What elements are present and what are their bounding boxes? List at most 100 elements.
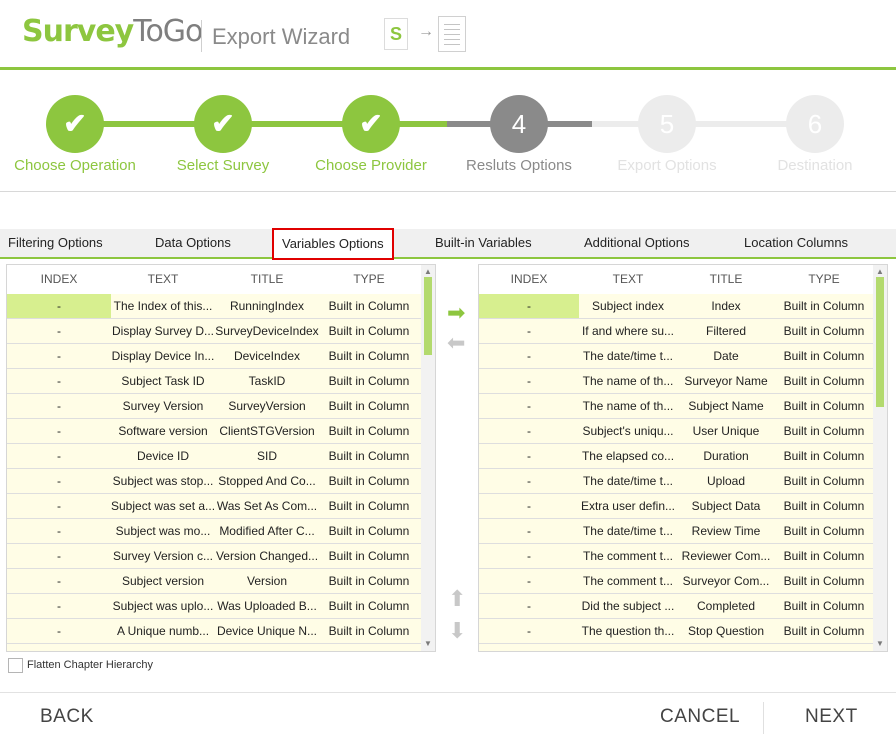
scroll-up-arrow-icon[interactable]: ▲ xyxy=(423,267,433,277)
table-row[interactable]: - Display Device In... DeviceIndex Built in… xyxy=(7,344,435,369)
cell-index: - xyxy=(57,574,61,588)
move-up-arrow-icon[interactable]: ⬆ xyxy=(448,588,466,610)
column-header-type[interactable]: TYPE xyxy=(775,265,873,293)
vertical-scrollbar[interactable]: ▲ ▼ xyxy=(873,265,887,651)
check-icon: ✔ xyxy=(46,95,104,153)
scrollbar-thumb[interactable] xyxy=(424,277,432,355)
cell-index: - xyxy=(527,574,531,588)
table-row[interactable]: - Survey Version SurveyVersion Built in Col… xyxy=(7,394,435,419)
cell-type: Built in Column xyxy=(328,474,410,488)
table-row[interactable]: - The date/time t... Upload Built in Column xyxy=(479,469,887,494)
table-row[interactable]: - Did the subject ... Completed Built in Co… xyxy=(479,594,887,619)
column-header-index[interactable]: INDEX xyxy=(7,265,111,293)
cell-type: Built in Column xyxy=(328,524,410,538)
cell-text: If and where su... xyxy=(581,324,675,338)
move-down-arrow-icon[interactable]: ⬇ xyxy=(448,620,466,642)
table-row[interactable]: - The name of th... Subject Name Built in C… xyxy=(479,394,887,419)
table-row[interactable]: - Device ID SID Built in Column xyxy=(7,444,435,469)
cell-title: Duration xyxy=(703,449,749,463)
step-choose-provider[interactable]: ✔ Choose Provider xyxy=(296,95,446,174)
table-row[interactable]: -Subject's sourc...Subject ModeBuilt in … xyxy=(479,644,887,651)
table-row[interactable]: - Extra user defin... Subject Data Built in… xyxy=(479,494,887,519)
table-row[interactable]: - Subject version Version Built in Column xyxy=(7,569,435,594)
cell-index: - xyxy=(527,374,531,388)
cell-index: - xyxy=(479,644,579,651)
document-icon xyxy=(438,16,466,52)
step-results-options: 4 Resluts Options xyxy=(444,95,594,174)
table-row[interactable]: - If and where su... Filtered Built in Colu… xyxy=(479,319,887,344)
table-row[interactable]: - The comment t... Reviewer Com... Built in… xyxy=(479,544,887,569)
table-rows: - Subject index Index Built in Column - If an… xyxy=(479,294,887,651)
column-header-text[interactable]: TEXT xyxy=(579,265,677,293)
tab-variables-options[interactable]: Variables Options xyxy=(272,228,394,260)
step-select-survey[interactable]: ✔ Select Survey xyxy=(148,95,298,174)
table-row[interactable]: - The elapsed co... Duration Built in Colum… xyxy=(479,444,887,469)
cell-type: Built in Column xyxy=(783,549,865,563)
cell-text: The comment t... xyxy=(582,574,674,588)
move-right-arrow-icon[interactable]: ➡ xyxy=(447,302,465,324)
column-header-title[interactable]: TITLE xyxy=(215,265,319,293)
step-label: Destination xyxy=(777,157,853,174)
cell-type: Built in Column xyxy=(783,449,865,463)
column-header-index[interactable]: INDEX xyxy=(479,265,579,293)
table-row[interactable]: - Subject index Index Built in Column xyxy=(479,294,887,319)
cell-title: Index xyxy=(711,299,741,313)
tab-built-in-variables[interactable]: Built-in Variables xyxy=(435,229,532,257)
tab-additional-options[interactable]: Additional Options xyxy=(584,229,690,257)
back-button[interactable]: BACK xyxy=(40,706,94,728)
cell-title: SID xyxy=(256,449,277,463)
table-row[interactable]: - The comment t... Surveyor Com... Built in… xyxy=(479,569,887,594)
table-row[interactable]: - The date/time t... Date Built in Column xyxy=(479,344,887,369)
tab-location-columns[interactable]: Location Columns xyxy=(744,229,848,257)
cell-title: Modified After C... xyxy=(219,524,315,538)
cell-type: Built in Column xyxy=(783,324,865,338)
table-row[interactable]: - Subject's uniqu... User Unique Built in C… xyxy=(479,419,887,444)
cell-type: Built in Column xyxy=(783,474,865,488)
vertical-scrollbar[interactable]: ▲ ▼ xyxy=(421,265,435,651)
table-row[interactable]: - A Unique numb... Device Unique N... Built… xyxy=(7,619,435,644)
table-row[interactable]: - The name of th... Surveyor Name Built in … xyxy=(479,369,887,394)
table-row[interactable]: - Subject Task ID TaskID Built in Column xyxy=(7,369,435,394)
column-header-type[interactable]: TYPE xyxy=(319,265,419,293)
scroll-down-arrow-icon[interactable]: ▼ xyxy=(875,639,885,649)
cell-type: Built in Column xyxy=(319,644,419,651)
table-row[interactable]: - Software version ClientSTGVersion Built i… xyxy=(7,419,435,444)
table-row[interactable]: - Subject was mo... Modified After C... Bui… xyxy=(7,519,435,544)
cell-text: Display Survey D... xyxy=(111,324,215,338)
cell-title: Date xyxy=(713,349,739,363)
table-row[interactable]: - The Index of this... RunningIndex Built i… xyxy=(7,294,435,319)
options-tabs: Filtering Options Data Options Variables… xyxy=(0,228,896,260)
cell-type: Built in Column xyxy=(783,574,865,588)
cell-text: Survey Version xyxy=(122,399,204,413)
next-button[interactable]: NEXT xyxy=(805,706,858,728)
table-row[interactable]: - Subject was uplo... Was Uploaded B... Bui… xyxy=(7,594,435,619)
table-row[interactable]: - Display Survey D... SurveyDeviceIndex Bui… xyxy=(7,319,435,344)
cell-title: Filtered xyxy=(705,324,746,338)
table-row[interactable]: -The actual end...Net DurationBuilt in C… xyxy=(7,644,435,651)
scroll-down-arrow-icon[interactable]: ▼ xyxy=(423,639,433,649)
table-row[interactable]: - The question th... Stop Question Built in… xyxy=(479,619,887,644)
table-row[interactable]: - Subject was set a... Was Set As Com... Bu… xyxy=(7,494,435,519)
table-row[interactable]: - The date/time t... Review Time Built in C… xyxy=(479,519,887,544)
step-export-options: 5 Export Options xyxy=(592,95,742,174)
cancel-button[interactable]: CANCEL xyxy=(660,706,740,728)
table-row[interactable]: - Survey Version c... Version Changed... Bu… xyxy=(7,544,435,569)
cell-text: The Index of this... xyxy=(113,299,213,313)
cell-text: Subject was mo... xyxy=(115,524,211,538)
column-header-title[interactable]: TITLE xyxy=(677,265,775,293)
header-separator xyxy=(201,20,202,52)
wizard-title: Export Wizard xyxy=(212,24,351,49)
scroll-up-arrow-icon[interactable]: ▲ xyxy=(875,267,885,277)
cell-title: Upload xyxy=(706,474,746,488)
cell-text: The name of th... xyxy=(582,374,674,388)
tab-filtering-options[interactable]: Filtering Options xyxy=(8,229,103,257)
step-choose-operation[interactable]: ✔ Choose Operation xyxy=(0,95,150,174)
scrollbar-thumb[interactable] xyxy=(876,277,884,407)
checkbox-box[interactable] xyxy=(8,658,23,673)
column-header-text[interactable]: TEXT xyxy=(111,265,215,293)
cell-title: Version Changed... xyxy=(215,549,319,563)
table-row[interactable]: - Subject was stop... Stopped And Co... Bui… xyxy=(7,469,435,494)
tab-data-options[interactable]: Data Options xyxy=(155,229,231,257)
cell-title: Net Duration xyxy=(215,644,319,651)
move-left-arrow-icon[interactable]: ⬅ xyxy=(447,332,465,354)
